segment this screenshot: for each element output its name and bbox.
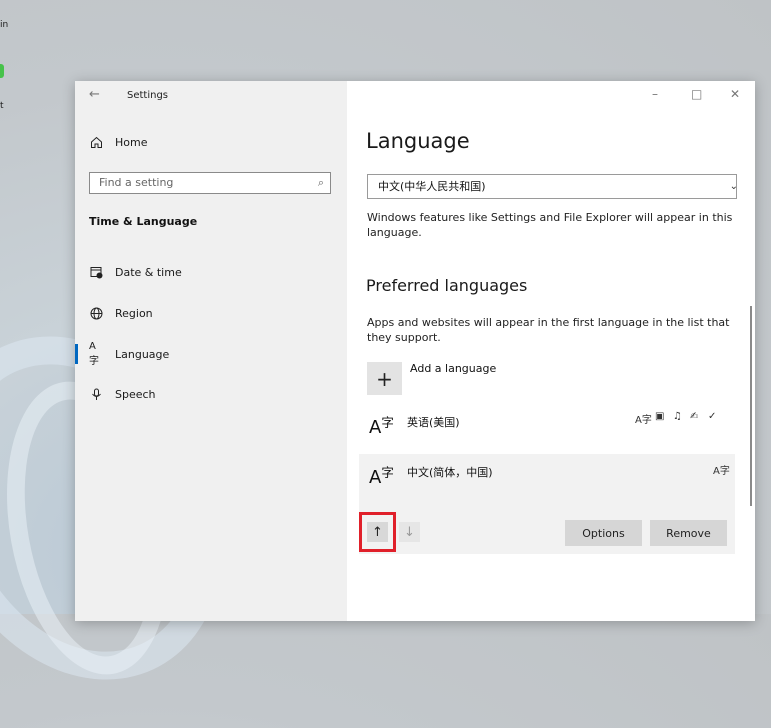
display-language-description: Windows features like Settings and File …	[367, 211, 733, 239]
language-name: 英语(美国)	[407, 416, 460, 429]
minimize-button[interactable]: –	[652, 87, 658, 101]
sidebar: ← Settings Home Find a setting ⌕ Time & …	[75, 81, 347, 621]
remove-button[interactable]: Remove	[650, 520, 727, 546]
preferred-languages-heading: Preferred languages	[366, 276, 528, 295]
sidebar-item-label: Date & time	[115, 265, 182, 279]
sidebar-item-label: Speech	[115, 387, 156, 401]
search-placeholder: Find a setting	[99, 176, 174, 189]
calendar-clock-icon	[89, 265, 103, 279]
preferred-languages-description: Apps and websites will appear in the fir…	[367, 316, 730, 344]
spell-check-icon: ✓	[708, 411, 717, 422]
sidebar-item-label: Region	[115, 306, 153, 320]
close-button[interactable]: ✕	[730, 87, 740, 101]
search-input[interactable]: Find a setting ⌕	[89, 172, 331, 194]
display-language-dropdown[interactable]: 中文(中华人民共和国) ⌄	[367, 174, 738, 199]
sidebar-item-language[interactable]: A字 Language	[89, 341, 170, 367]
home-icon	[89, 135, 103, 149]
sidebar-item-date-time[interactable]: Date & time	[89, 262, 182, 282]
arrow-up-icon: ↑	[372, 524, 383, 540]
settings-window: ← Settings Home Find a setting ⌕ Time & …	[75, 81, 755, 621]
main-content: – □ ✕ Language 中文(中华人民共和国) ⌄ Windows fea…	[347, 81, 755, 621]
sidebar-item-region[interactable]: Region	[89, 303, 153, 323]
language-glyph-icon: A字	[369, 465, 394, 488]
display-language-icon: A字	[635, 415, 652, 426]
language-name: 中文(简体，中国)	[407, 466, 493, 479]
scrollbar[interactable]	[750, 306, 752, 506]
move-up-button[interactable]: ↑	[367, 522, 388, 542]
options-button[interactable]: Options	[565, 520, 642, 546]
section-title: Time & Language	[89, 215, 198, 228]
sidebar-item-speech[interactable]: Speech	[89, 384, 156, 404]
microphone-icon	[89, 387, 103, 401]
desktop-icon-label[interactable]: in	[0, 20, 8, 30]
arrow-down-icon: ↓	[404, 524, 415, 540]
plus-icon: +	[376, 366, 393, 391]
display-language-icon: A字	[713, 466, 730, 477]
language-icon: A字	[89, 341, 99, 367]
desktop-icon-label[interactable]: t	[0, 101, 4, 111]
move-down-button[interactable]: ↓	[399, 522, 420, 542]
add-language-label[interactable]: Add a language	[410, 362, 496, 375]
sidebar-item-label: Language	[115, 347, 170, 361]
add-language-button[interactable]: +	[367, 362, 402, 395]
sidebar-item-label: Home	[115, 135, 148, 149]
language-list-item[interactable]: A字 英语(美国) A字 ▣ ♫ ✍ ✓	[359, 406, 735, 451]
sidebar-item-home[interactable]: Home	[89, 132, 147, 152]
desktop-app-icon[interactable]	[0, 64, 4, 78]
globe-icon	[89, 306, 103, 320]
language-glyph-icon: A字	[369, 415, 394, 438]
text-to-speech-icon: ▣	[655, 411, 665, 422]
maximize-button[interactable]: □	[691, 87, 702, 101]
chevron-down-icon: ⌄	[729, 181, 738, 192]
back-arrow-icon[interactable]: ←	[89, 87, 100, 102]
page-title: Language	[366, 129, 470, 153]
active-indicator	[75, 344, 78, 364]
speech-icon: ♫	[673, 411, 682, 422]
dropdown-value: 中文(中华人民共和国)	[378, 180, 486, 193]
window-title: Settings	[127, 90, 169, 101]
search-icon[interactable]: ⌕	[318, 173, 324, 193]
handwriting-icon: ✍	[690, 411, 699, 422]
